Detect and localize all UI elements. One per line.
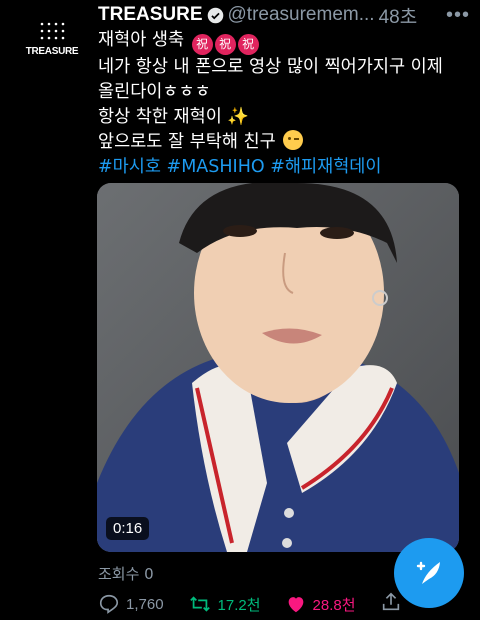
tweet-line-4: 항상 착한 재혁이 ✨ (98, 105, 468, 130)
compose-tweet-button[interactable] (394, 538, 464, 608)
tweet-line-4-text: 항상 착한 재혁이 (98, 107, 222, 127)
tweet-header: TREASURE @treasuremem... 48초 ••• (98, 2, 470, 28)
account-name[interactable]: TREASURE (98, 4, 203, 26)
hashtag-link[interactable]: #MASHIHO (167, 157, 265, 177)
tweet-actions: 1,760 17.2천 28.8천 (98, 591, 410, 617)
heart-icon (288, 597, 303, 613)
account-handle[interactable]: @treasuremem... (228, 4, 375, 26)
tweet-time[interactable]: 48초 (379, 2, 418, 29)
winking-face-emoji-icon (283, 130, 304, 150)
verified-badge-icon (207, 7, 223, 23)
share-icon (382, 592, 399, 611)
like-count: 28.8천 (312, 596, 356, 614)
celebration-emoji-icon: 祝 (214, 34, 236, 55)
tweet-line-5: 앞으로도 잘 부탁해 친구 (98, 130, 468, 155)
retweet-count: 17.2천 (217, 596, 261, 614)
celebration-emoji-icon: 祝 (191, 34, 213, 55)
hashtags: #마시호 #MASHIHO #해피재혁데이 (98, 155, 468, 180)
reply-count: 1,760 (126, 595, 164, 613)
logo-text: TREASURE (25, 46, 79, 57)
retweet-button[interactable]: 17.2천 (188, 593, 261, 615)
more-icon[interactable]: ••• (446, 4, 470, 27)
hashtag-link[interactable]: #해피재혁데이 (270, 157, 381, 177)
video-frame (97, 183, 459, 552)
reply-button[interactable]: 1,760 (98, 593, 164, 615)
tweet-text: 재혁아 생축 祝祝祝 네가 항상 내 폰으로 영상 많이 찍어가지구 이제 올린… (98, 28, 468, 180)
tweet-line-5-text: 앞으로도 잘 부탁해 친구 (98, 132, 276, 152)
tweet-line-1-text: 재혁아 생축 (98, 30, 185, 50)
view-count: 조회수 0 (98, 565, 154, 583)
tweet-line-2: 네가 항상 내 폰으로 영상 많이 찍어가지구 이제 (98, 57, 443, 77)
tweet-line-1: 재혁아 생축 祝祝祝 (98, 28, 468, 55)
account-avatar[interactable]: TREASURE (14, 8, 90, 84)
video-duration: 0:16 (106, 517, 150, 540)
treasure-logo-icon (40, 22, 65, 40)
tweet-line-3: 올린다이ㅎㅎㅎ (98, 82, 211, 102)
compose-tweet-icon (416, 561, 440, 584)
hashtag-link[interactable]: #마시호 (98, 157, 161, 177)
like-button[interactable]: 28.8천 (285, 593, 356, 615)
retweet-icon (189, 596, 210, 612)
celebration-emoji-icon: 祝 (237, 34, 259, 55)
share-button[interactable] (380, 591, 402, 617)
video-player[interactable]: 0:16 (97, 183, 459, 552)
reply-icon (99, 594, 119, 614)
sparkles-emoji-icon: ✨ (227, 107, 250, 127)
